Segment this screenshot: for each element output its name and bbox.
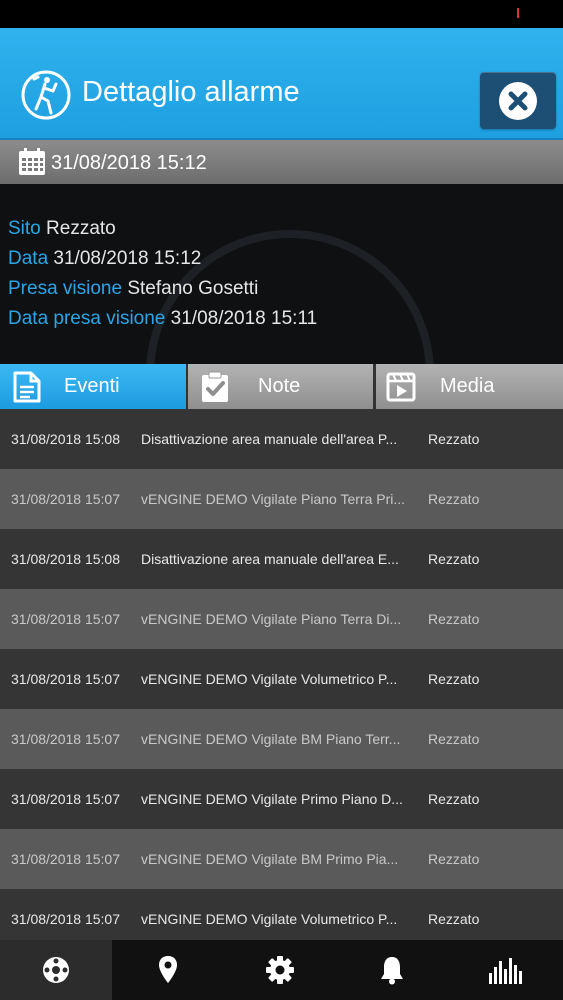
close-icon: [499, 82, 537, 120]
event-row[interactable]: 31/08/2018 15:07 vENGINE DEMO Vigilate V…: [0, 649, 563, 709]
tab-media[interactable]: Media: [376, 364, 563, 409]
nav-alarms[interactable]: [336, 940, 448, 1000]
nav-map[interactable]: [112, 940, 224, 1000]
location-pin-icon: [159, 956, 177, 983]
gear-icon: [266, 956, 294, 984]
event-row[interactable]: 31/08/2018 15:07 vENGINE DEMO Vigilate V…: [0, 889, 563, 940]
nav-statistics[interactable]: [448, 940, 563, 1000]
logo-icon: [21, 70, 71, 120]
event-row[interactable]: 31/08/2018 15:07 vENGINE DEMO Vigilate B…: [0, 829, 563, 889]
event-row[interactable]: 31/08/2018 15:07 vENGINE DEMO Vigilate P…: [0, 589, 563, 649]
equalizer-icon: [488, 958, 522, 984]
film-icon: [386, 372, 416, 402]
event-row[interactable]: 31/08/2018 15:07 vENGINE DEMO Vigilate P…: [0, 769, 563, 829]
events-list: 31/08/2018 15:08 Disattivazione area man…: [0, 409, 563, 940]
event-row[interactable]: 31/08/2018 15:08 Disattivazione area man…: [0, 409, 563, 469]
status-indicator: [517, 8, 519, 18]
nav-dashboard[interactable]: [0, 940, 112, 1000]
tab-note[interactable]: Note: [188, 364, 373, 409]
tab-eventi[interactable]: Eventi: [0, 364, 186, 409]
page-title: Dettaglio allarme: [82, 76, 300, 108]
clipboard-check-icon: [202, 371, 228, 402]
status-bar: [0, 0, 563, 28]
bottom-nav: [0, 940, 563, 1000]
event-row[interactable]: 31/08/2018 15:07 vENGINE DEMO Vigilate B…: [0, 709, 563, 769]
event-row[interactable]: 31/08/2018 15:08 Disattivazione area man…: [0, 529, 563, 589]
header: Dettaglio allarme: [0, 28, 563, 140]
event-row[interactable]: 31/08/2018 15:07 vENGINE DEMO Vigilate P…: [0, 469, 563, 529]
tab-bar: Eventi Note Media: [0, 364, 563, 409]
dashboard-icon: [43, 957, 69, 983]
document-icon: [13, 371, 41, 403]
detail-site: Sito Rezzato: [8, 218, 116, 239]
calendar-icon: [19, 148, 45, 175]
nav-settings[interactable]: [224, 940, 336, 1000]
alarm-datetime: 31/08/2018 15:12: [51, 152, 207, 174]
close-button[interactable]: [480, 72, 556, 129]
alarm-details: Sito Rezzato Data 31/08/2018 15:12 Presa…: [0, 184, 563, 364]
alarm-date-bar: 31/08/2018 15:12: [0, 140, 563, 184]
detail-acknowledged-by: Presa visione Stefano Gosetti: [8, 278, 259, 299]
detail-acknowledged-date: Data presa visione 31/08/2018 15:11: [8, 308, 318, 329]
detail-date: Data 31/08/2018 15:12: [8, 248, 202, 269]
bell-icon: [381, 957, 403, 985]
